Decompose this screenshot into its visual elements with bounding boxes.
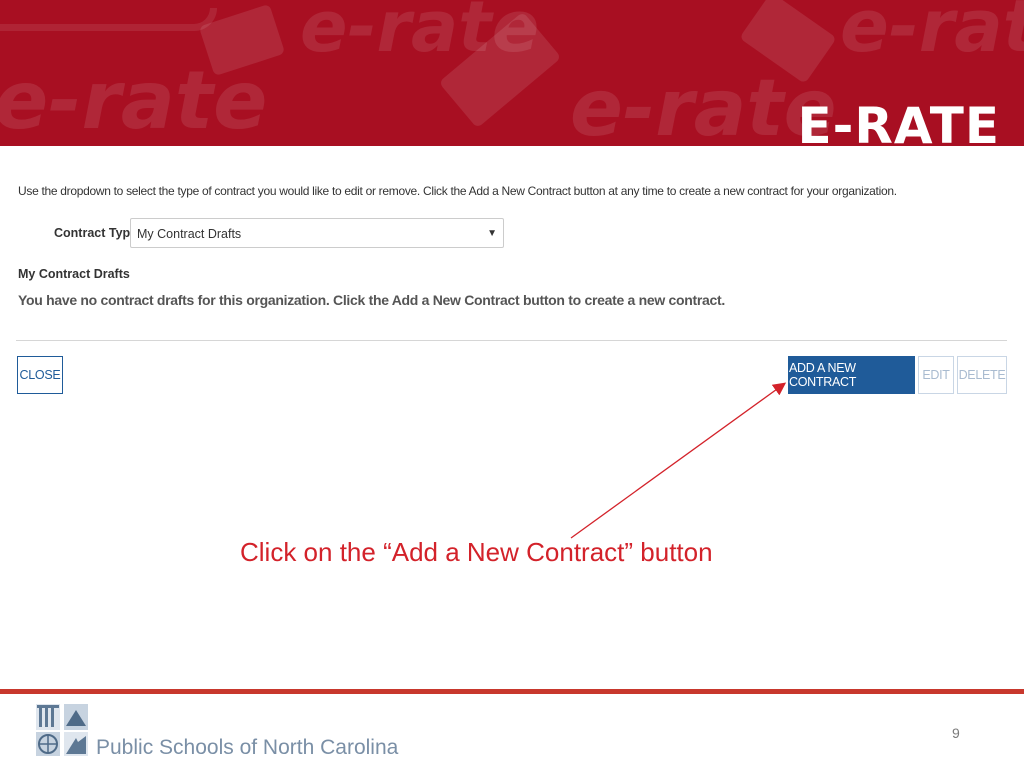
footer-org-name: Public Schools of North Carolina (96, 736, 399, 759)
nc-dpi-logo (36, 704, 88, 756)
page-number: 9 (952, 725, 960, 741)
callout-text: Click on the “Add a New Contract” button (240, 537, 713, 567)
callout-arrow (570, 382, 787, 539)
footer-rule (0, 689, 1024, 694)
